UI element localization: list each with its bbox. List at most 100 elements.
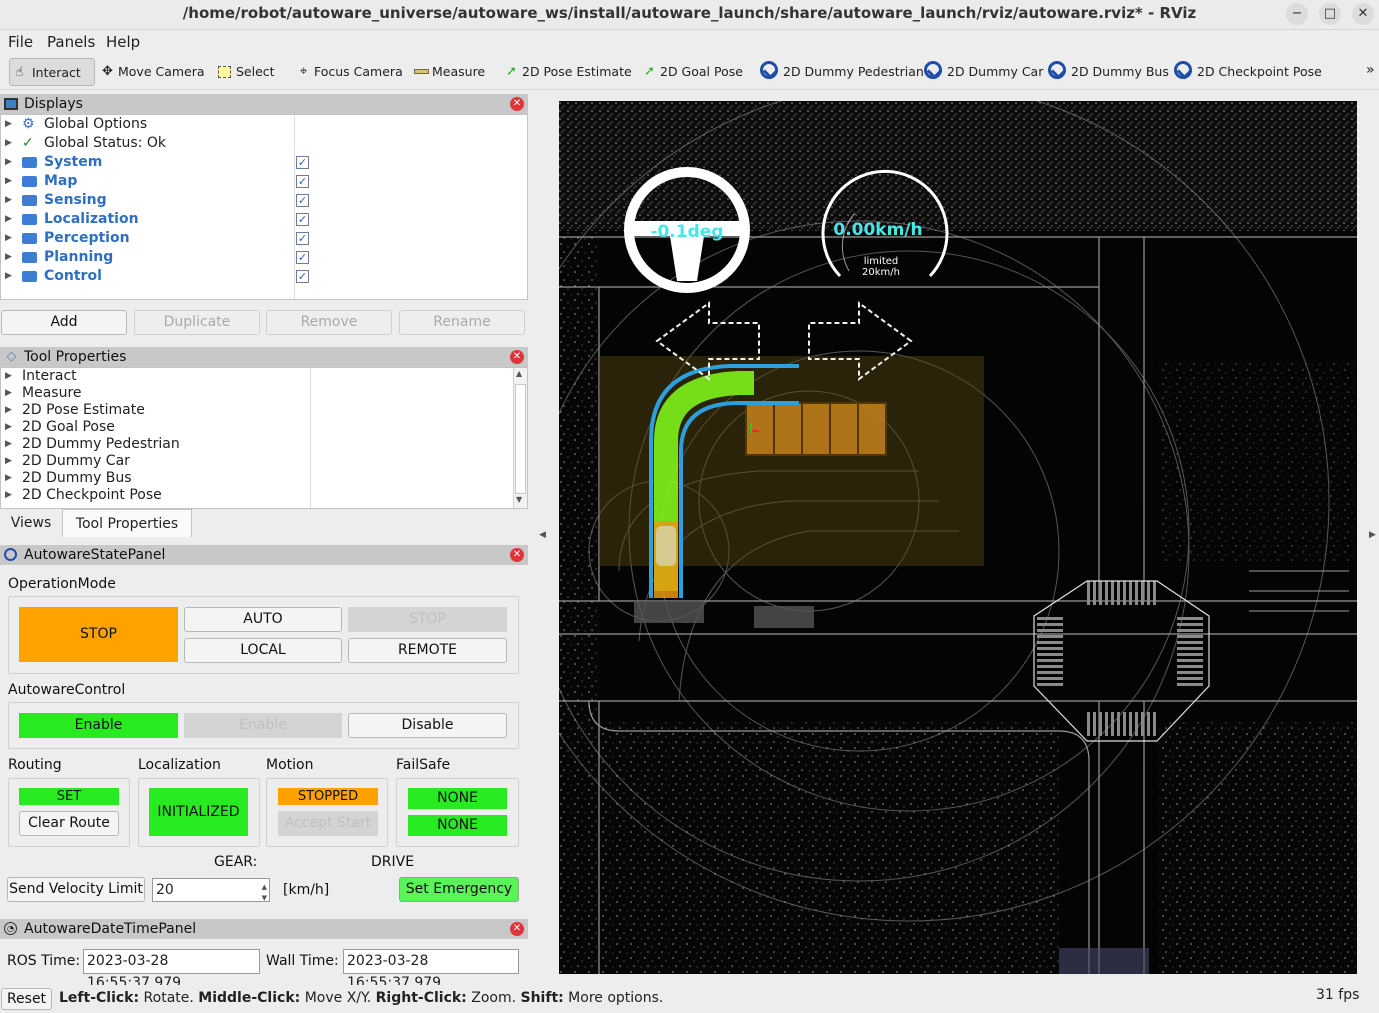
tool-move-camera-label: Move Camera bbox=[118, 64, 205, 79]
tool-property-row[interactable]: ▶ 2D Dummy Car bbox=[0, 453, 300, 470]
tab-views[interactable]: Views bbox=[0, 509, 62, 537]
send-velocity-limit-button[interactable]: Send Velocity Limit bbox=[7, 877, 145, 902]
display-checkbox[interactable]: ✓ bbox=[296, 213, 309, 226]
expand-arrow-icon: ▶ bbox=[5, 195, 12, 205]
crosswalk bbox=[1037, 616, 1063, 686]
disable-control-button[interactable]: Disable bbox=[348, 713, 507, 738]
tree-row-display[interactable]: ▶ Control ✓ bbox=[0, 267, 528, 286]
state-panel-header: AutowareStatePanel ✕ bbox=[0, 545, 528, 565]
tool-move-camera[interactable]: ✥ Move Camera bbox=[98, 58, 205, 86]
monitor-icon bbox=[4, 98, 18, 110]
tool-2d-dummy-car[interactable]: 2D Dummy Car bbox=[924, 58, 1043, 86]
remote-mode-button[interactable]: REMOTE bbox=[348, 638, 507, 663]
speed-limit-text: 20km/h bbox=[862, 267, 900, 278]
wall-time-field[interactable]: 2023-03-28 16:55:37.979 bbox=[343, 949, 519, 991]
collapse-right-icon[interactable]: ▶ bbox=[1369, 530, 1376, 540]
scroll-up-icon[interactable]: ▲ bbox=[516, 369, 522, 378]
set-emergency-button[interactable]: Set Emergency bbox=[399, 877, 519, 902]
local-mode-button[interactable]: LOCAL bbox=[184, 638, 342, 663]
failsafe-label: FailSafe bbox=[396, 757, 451, 773]
tool-property-row[interactable]: ▶ 2D Dummy Bus bbox=[0, 470, 300, 487]
minimize-button[interactable]: − bbox=[1286, 3, 1308, 25]
display-label: Sensing bbox=[44, 192, 107, 208]
display-checkbox[interactable]: ✓ bbox=[296, 232, 309, 245]
tool-property-row[interactable]: ▶ 2D Checkpoint Pose bbox=[0, 487, 300, 504]
tree-row-display[interactable]: ▶ Localization ✓ bbox=[0, 210, 528, 229]
accept-start-button[interactable]: Accept Start bbox=[278, 811, 378, 836]
viewport-scene: -0.1deg 0.00km/h limited 20km/h bbox=[559, 101, 1357, 974]
tree-row-display[interactable]: ▶ Map ✓ bbox=[0, 172, 528, 191]
toolbar-overflow-button[interactable]: » bbox=[1366, 62, 1375, 78]
spin-down-icon[interactable]: ▼ bbox=[262, 887, 267, 909]
menu-file[interactable]: File bbox=[8, 33, 33, 51]
stop-mode-button[interactable]: STOP bbox=[348, 607, 507, 632]
expand-arrow-icon: ▶ bbox=[5, 138, 12, 148]
tool-measure-label: Measure bbox=[432, 64, 486, 79]
collapse-left-icon[interactable]: ◀ bbox=[539, 530, 546, 540]
tool-interact[interactable]: ☝ Interact bbox=[9, 58, 95, 86]
duplicate-display-button[interactable]: Duplicate bbox=[134, 310, 260, 335]
close-panel-icon[interactable]: ✕ bbox=[510, 97, 524, 111]
rename-display-button[interactable]: Rename bbox=[399, 310, 525, 335]
scrollbar-thumb[interactable] bbox=[515, 384, 526, 494]
tool-property-row[interactable]: ▶ 2D Pose Estimate bbox=[0, 402, 300, 419]
reset-view-button[interactable]: Reset bbox=[1, 988, 52, 1010]
tool-focus-camera[interactable]: ⌖ Focus Camera bbox=[294, 58, 403, 86]
tree-row-display[interactable]: ▶ Sensing ✓ bbox=[0, 191, 528, 210]
tool-focus-camera-label: Focus Camera bbox=[314, 64, 403, 79]
close-panel-icon[interactable]: ✕ bbox=[510, 350, 524, 364]
maximize-button[interactable]: □ bbox=[1319, 3, 1341, 25]
tool-2d-goal-pose[interactable]: ➚ 2D Goal Pose bbox=[640, 58, 743, 86]
hint-shift: Shift: bbox=[520, 990, 564, 1006]
tool-property-row[interactable]: ▶ Interact bbox=[0, 368, 300, 385]
display-checkbox[interactable]: ✓ bbox=[296, 251, 309, 264]
display-checkbox[interactable]: ✓ bbox=[296, 175, 309, 188]
ros-time-field[interactable]: 2023-03-28 16:55:37.979 bbox=[83, 949, 260, 991]
tool-property-row[interactable]: ▶ 2D Dummy Pedestrian bbox=[0, 436, 300, 453]
crosswalk bbox=[1177, 616, 1203, 686]
scroll-down-icon[interactable]: ▼ bbox=[516, 495, 522, 504]
tool-2d-dummy-pedestrian[interactable]: 2D Dummy Pedestrian bbox=[760, 58, 924, 86]
tool-property-row[interactable]: ▶ Measure bbox=[0, 385, 300, 402]
add-display-button[interactable]: Add bbox=[1, 310, 127, 335]
tab-tool-properties[interactable]: Tool Properties bbox=[62, 509, 192, 537]
display-checkbox[interactable]: ✓ bbox=[296, 194, 309, 207]
expand-arrow-icon: ▶ bbox=[5, 214, 12, 224]
velocity-limit-input[interactable]: 20 ▲ ▼ bbox=[152, 878, 270, 902]
tool-2d-dummy-bus[interactable]: 2D Dummy Bus bbox=[1048, 58, 1169, 86]
tool-property-row[interactable]: ▶ 2D Goal Pose bbox=[0, 419, 300, 436]
expand-arrow-icon: ▶ bbox=[5, 252, 12, 262]
tool-select[interactable]: Select bbox=[216, 58, 275, 86]
tree-row-display[interactable]: ▶ Perception ✓ bbox=[0, 229, 528, 248]
operation-mode-label: OperationMode bbox=[8, 576, 116, 592]
remove-display-button[interactable]: Remove bbox=[266, 310, 392, 335]
enable-control-button[interactable]: Enable bbox=[184, 713, 342, 738]
tree-row-display[interactable]: ▶ Planning ✓ bbox=[0, 248, 528, 267]
auto-mode-button[interactable]: AUTO bbox=[184, 607, 342, 632]
3d-viewport[interactable]: -0.1deg 0.00km/h limited 20km/h bbox=[559, 101, 1357, 974]
expand-arrow-icon: ▶ bbox=[5, 371, 12, 381]
speed-text: 0.00km/h bbox=[833, 220, 922, 240]
close-window-button[interactable]: ✕ bbox=[1352, 3, 1374, 25]
autoware-control-label: AutowareControl bbox=[8, 682, 126, 698]
clear-route-button[interactable]: Clear Route bbox=[19, 811, 119, 836]
tree-row-global-options[interactable]: ▶ ⚙ Global Options bbox=[0, 115, 290, 134]
menu-panels[interactable]: Panels bbox=[47, 33, 95, 51]
tree-row-global-status[interactable]: ▶ ✓ Global Status: Ok bbox=[0, 134, 290, 153]
ego-vehicle bbox=[656, 526, 676, 566]
expand-arrow-icon: ▶ bbox=[5, 119, 12, 129]
tree-row-display[interactable]: ▶ System ✓ bbox=[0, 153, 528, 172]
menu-help[interactable]: Help bbox=[106, 33, 140, 51]
close-panel-icon[interactable]: ✕ bbox=[510, 922, 524, 936]
display-checkbox[interactable]: ✓ bbox=[296, 156, 309, 169]
wall-time-label: Wall Time: bbox=[266, 953, 339, 969]
crosswalk bbox=[1087, 581, 1157, 605]
tool-2d-pose-estimate[interactable]: ➚ 2D Pose Estimate bbox=[502, 58, 632, 86]
scrollbar[interactable]: ▲ ▼ bbox=[513, 368, 527, 508]
tool-measure[interactable]: Measure bbox=[412, 58, 485, 86]
display-checkbox[interactable]: ✓ bbox=[296, 270, 309, 283]
ros-time-label: ROS Time: bbox=[7, 953, 81, 969]
close-panel-icon[interactable]: ✕ bbox=[510, 548, 524, 562]
tool-2d-checkpoint-pose[interactable]: 2D Checkpoint Pose bbox=[1174, 58, 1322, 86]
control-status: Enable bbox=[19, 713, 178, 738]
